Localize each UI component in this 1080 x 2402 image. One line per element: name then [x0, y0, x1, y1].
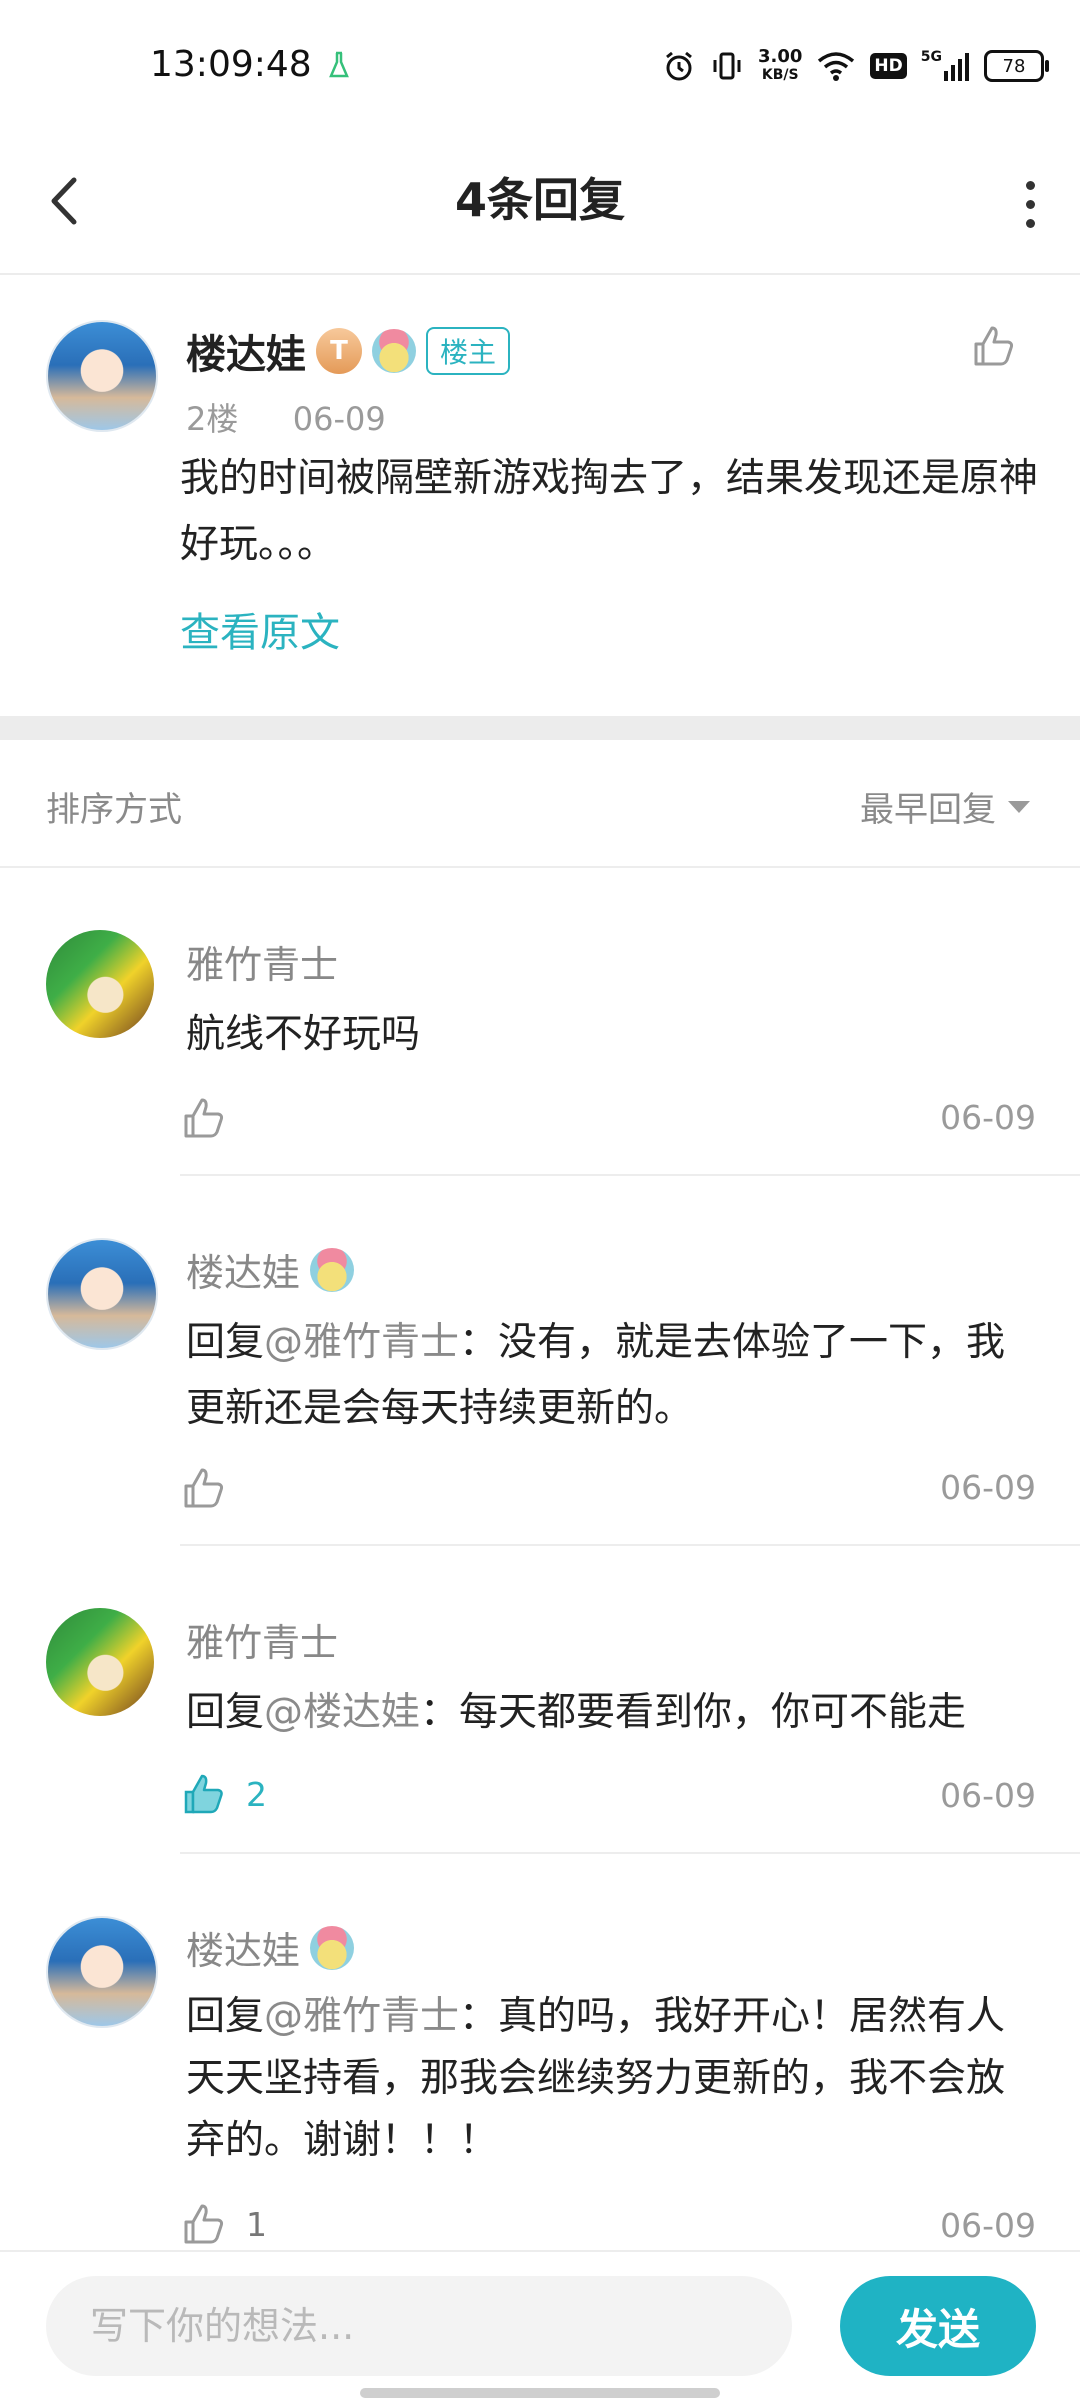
- reply-username[interactable]: 楼达娃: [186, 1920, 300, 1975]
- net-speed-value: 3.00: [758, 46, 803, 67]
- signal-icon: 5G: [921, 49, 970, 83]
- reply-date: 06-09: [940, 1776, 1036, 1815]
- reply-prefix: 回复: [186, 1994, 265, 2039]
- nav-bar: 4条回复: [0, 130, 1080, 275]
- avatar[interactable]: [46, 1608, 154, 1716]
- reply-prefix: 回复: [186, 1320, 265, 1365]
- avatar[interactable]: [46, 930, 154, 1038]
- sort-dropdown[interactable]: 最早回复: [860, 782, 1030, 831]
- reply-prefix: 回复: [186, 1690, 265, 1735]
- status-bar: 13:09:48 3.00 KB/S HD 5G 78: [0, 0, 1080, 130]
- divider: [0, 866, 1080, 868]
- net-speed: 3.00 KB/S: [758, 46, 803, 84]
- like-count: 1: [246, 2204, 267, 2244]
- divider: [180, 1852, 1080, 1854]
- reply-content: 回复@楼达娃：每天都要看到你，你可不能走: [186, 1680, 1036, 1746]
- reply-content: 回复@雅竹青士：真的吗，我好开心！居然有人天天坚持看，那我会继续努力更新的，我不…: [186, 1986, 1036, 2172]
- reply-username[interactable]: 雅竹青士: [186, 1612, 338, 1667]
- medal-icon: [372, 329, 416, 373]
- like-count: 2: [246, 1774, 267, 1814]
- battery-level: 78: [1002, 55, 1026, 77]
- thumbs-up-icon[interactable]: [180, 1094, 228, 1142]
- reply-text: ：每天都要看到你，你可不能走: [420, 1690, 967, 1735]
- avatar[interactable]: [46, 1916, 158, 2028]
- view-original-link[interactable]: 查看原文: [180, 600, 340, 658]
- reply-date: 06-09: [940, 1098, 1036, 1137]
- reply-date: 06-09: [940, 1468, 1036, 1507]
- thumbs-up-icon[interactable]: [180, 1464, 228, 1512]
- divider: [180, 1544, 1080, 1546]
- beaker-icon: [329, 51, 349, 78]
- signal-label: 5G: [920, 49, 942, 65]
- section-divider: [0, 716, 1080, 740]
- sort-value: 最早回复: [860, 790, 996, 830]
- composer-bar: 发送: [0, 2250, 1080, 2402]
- op-meta: 2楼 06-09: [186, 394, 386, 440]
- reply-date: 06-09: [940, 2206, 1036, 2245]
- thumbs-up-icon: [184, 2204, 224, 2244]
- post-date: 06-09: [292, 400, 386, 438]
- vibrate-icon: [713, 52, 741, 80]
- reply-mention[interactable]: @雅竹青士: [264, 1994, 459, 2039]
- alarm-icon: [666, 51, 692, 81]
- floor-number: 2楼: [186, 400, 239, 438]
- level-badge-icon: T: [316, 328, 362, 374]
- avatar[interactable]: [46, 1238, 158, 1350]
- more-menu-icon[interactable]: [1000, 164, 1060, 244]
- net-speed-unit: KB/S: [761, 67, 799, 83]
- reply-content: 回复@雅竹青士：没有，就是去体验了一下，我更新还是会每天持续更新的。: [186, 1310, 1036, 1442]
- comment-input[interactable]: [46, 2276, 792, 2376]
- send-button[interactable]: 发送: [840, 2276, 1036, 2376]
- wifi-icon: [818, 52, 855, 81]
- page-title: 4条回复: [454, 173, 625, 227]
- medal-icon: [310, 1925, 355, 1970]
- divider: [180, 1174, 1080, 1176]
- status-icons: 3.00 KB/S HD 5G 78: [662, 44, 1049, 88]
- hd-icon: HD: [870, 53, 907, 79]
- like-button[interactable]: 1: [180, 2200, 267, 2248]
- like-button[interactable]: 2: [180, 1770, 267, 1818]
- reply-mention[interactable]: @雅竹青士: [264, 1320, 459, 1365]
- status-time: 13:09:48: [150, 44, 312, 85]
- reply-header: 楼达娃: [186, 1242, 355, 1297]
- thumbs-up-icon[interactable]: [970, 322, 1018, 370]
- op-header: 楼达娃 T 楼主: [186, 322, 511, 380]
- home-indicator[interactable]: [360, 2388, 720, 2398]
- reply-header: 楼达娃: [186, 1920, 355, 1975]
- dropdown-arrow-icon: [1008, 800, 1030, 813]
- thumbs-up-filled-icon: [184, 1774, 223, 1814]
- reply-mention[interactable]: @楼达娃: [264, 1690, 420, 1735]
- owner-badge: 楼主: [426, 327, 511, 375]
- reply-content: 航线不好玩吗: [186, 1012, 421, 1057]
- avatar[interactable]: [46, 320, 158, 432]
- battery-icon: 78: [984, 50, 1049, 82]
- medal-icon: [310, 1247, 355, 1292]
- op-username[interactable]: 楼达娃: [186, 322, 306, 380]
- op-content: 我的时间被隔壁新游戏掏去了，结果发现还是原神好玩。。。: [180, 456, 1039, 567]
- reply-username[interactable]: 雅竹青士: [186, 934, 338, 989]
- reply-username[interactable]: 楼达娃: [186, 1242, 300, 1297]
- sort-label: 排序方式: [46, 790, 182, 830]
